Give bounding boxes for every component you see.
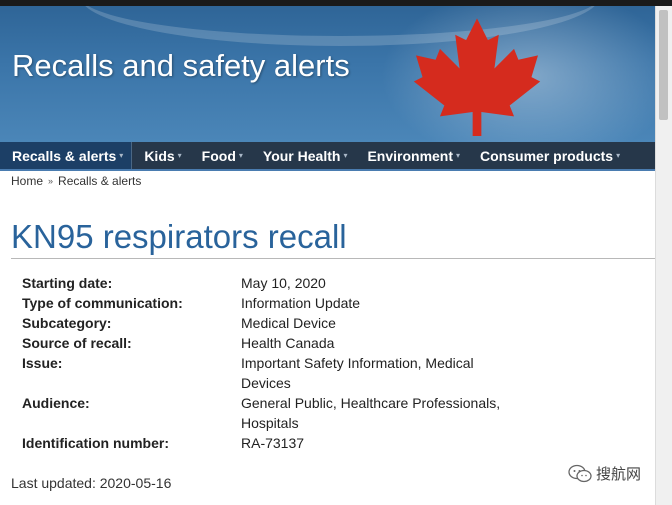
watermark-text: 搜航网	[596, 465, 642, 483]
detail-value: Medical Device	[241, 315, 336, 331]
watermark: 搜航网	[568, 463, 641, 484]
detail-label: Type of communication:	[22, 295, 183, 311]
detail-value: RA-73137	[241, 435, 305, 451]
wechat-icon	[568, 464, 592, 482]
banner-title: Recalls and safety alerts	[12, 48, 350, 83]
page-title: KN95 respirators recall	[11, 218, 656, 259]
chevron-down-icon: ▾	[238, 151, 243, 160]
detail-value: Information Update	[241, 295, 361, 311]
detail-label: Identification number:	[22, 435, 169, 451]
detail-row: Issue: Important Safety Information, Medi…	[22, 353, 511, 393]
detail-row: Audience: General Public, Healthcare Prof…	[22, 393, 511, 433]
breadcrumb: Home » Recalls & alerts	[11, 174, 141, 188]
nav-item-label: Consumer products	[480, 147, 614, 164]
detail-label: Source of recall:	[22, 335, 132, 351]
chevron-down-icon: ▾	[456, 151, 461, 160]
chevron-down-icon: ▾	[343, 151, 348, 160]
detail-label: Issue:	[22, 355, 63, 371]
chevron-down-icon: ▾	[616, 151, 621, 160]
breadcrumb-recalls-link[interactable]: Recalls & alerts	[58, 174, 141, 188]
detail-label: Subcategory:	[22, 315, 112, 331]
nav-item-label: Recalls & alerts	[12, 147, 117, 164]
detail-value: General Public, Healthcare Professionals…	[241, 395, 501, 431]
nav-item-label: Your Health	[262, 147, 341, 164]
detail-row: Identification number: RA-73137	[22, 433, 511, 453]
vertical-scrollbar[interactable]	[655, 6, 672, 505]
detail-value: Health Canada	[241, 335, 335, 351]
nav-item-consumer-products[interactable]: Consumer products ▾	[468, 142, 628, 169]
last-updated: Last updated: 2020-05-16	[11, 475, 172, 491]
nav-item-kids[interactable]: Kids ▾	[132, 142, 189, 169]
main-nav: Recalls & alerts ▾ Kids ▾ Food ▾ Your Health ▾ E…	[0, 142, 656, 171]
chevron-down-icon: ▾	[177, 151, 182, 160]
breadcrumb-separator-icon: »	[48, 176, 54, 186]
detail-value: May 10, 2020	[241, 275, 326, 291]
nav-item-label: Kids	[144, 147, 175, 164]
nav-item-label: Environment	[367, 147, 454, 164]
nav-item-food[interactable]: Food ▾	[190, 142, 251, 169]
breadcrumb-home-link[interactable]: Home	[11, 174, 43, 188]
nav-item-label: Food	[201, 147, 236, 164]
detail-value: Important Safety Information, Medical De…	[241, 355, 474, 391]
detail-row: Starting date: May 10, 2020	[22, 273, 511, 293]
chevron-down-icon: ▾	[119, 151, 124, 160]
nav-item-recalls-alerts[interactable]: Recalls & alerts ▾	[0, 142, 133, 169]
site-banner: Recalls and safety alerts	[0, 6, 656, 142]
detail-row: Source of recall: Health Canada	[22, 333, 511, 353]
nav-item-your-health[interactable]: Your Health ▾	[251, 142, 356, 169]
maple-leaf-icon	[413, 18, 541, 136]
detail-label: Starting date:	[22, 275, 113, 291]
scrollbar-thumb[interactable]	[659, 10, 668, 120]
detail-row: Type of communication: Information Update	[22, 293, 511, 313]
detail-row: Subcategory: Medical Device	[22, 313, 511, 333]
detail-label: Audience:	[22, 395, 90, 411]
nav-item-environment[interactable]: Environment ▾	[355, 142, 468, 169]
recall-details: Starting date: May 10, 2020 Type of commun…	[22, 273, 511, 453]
